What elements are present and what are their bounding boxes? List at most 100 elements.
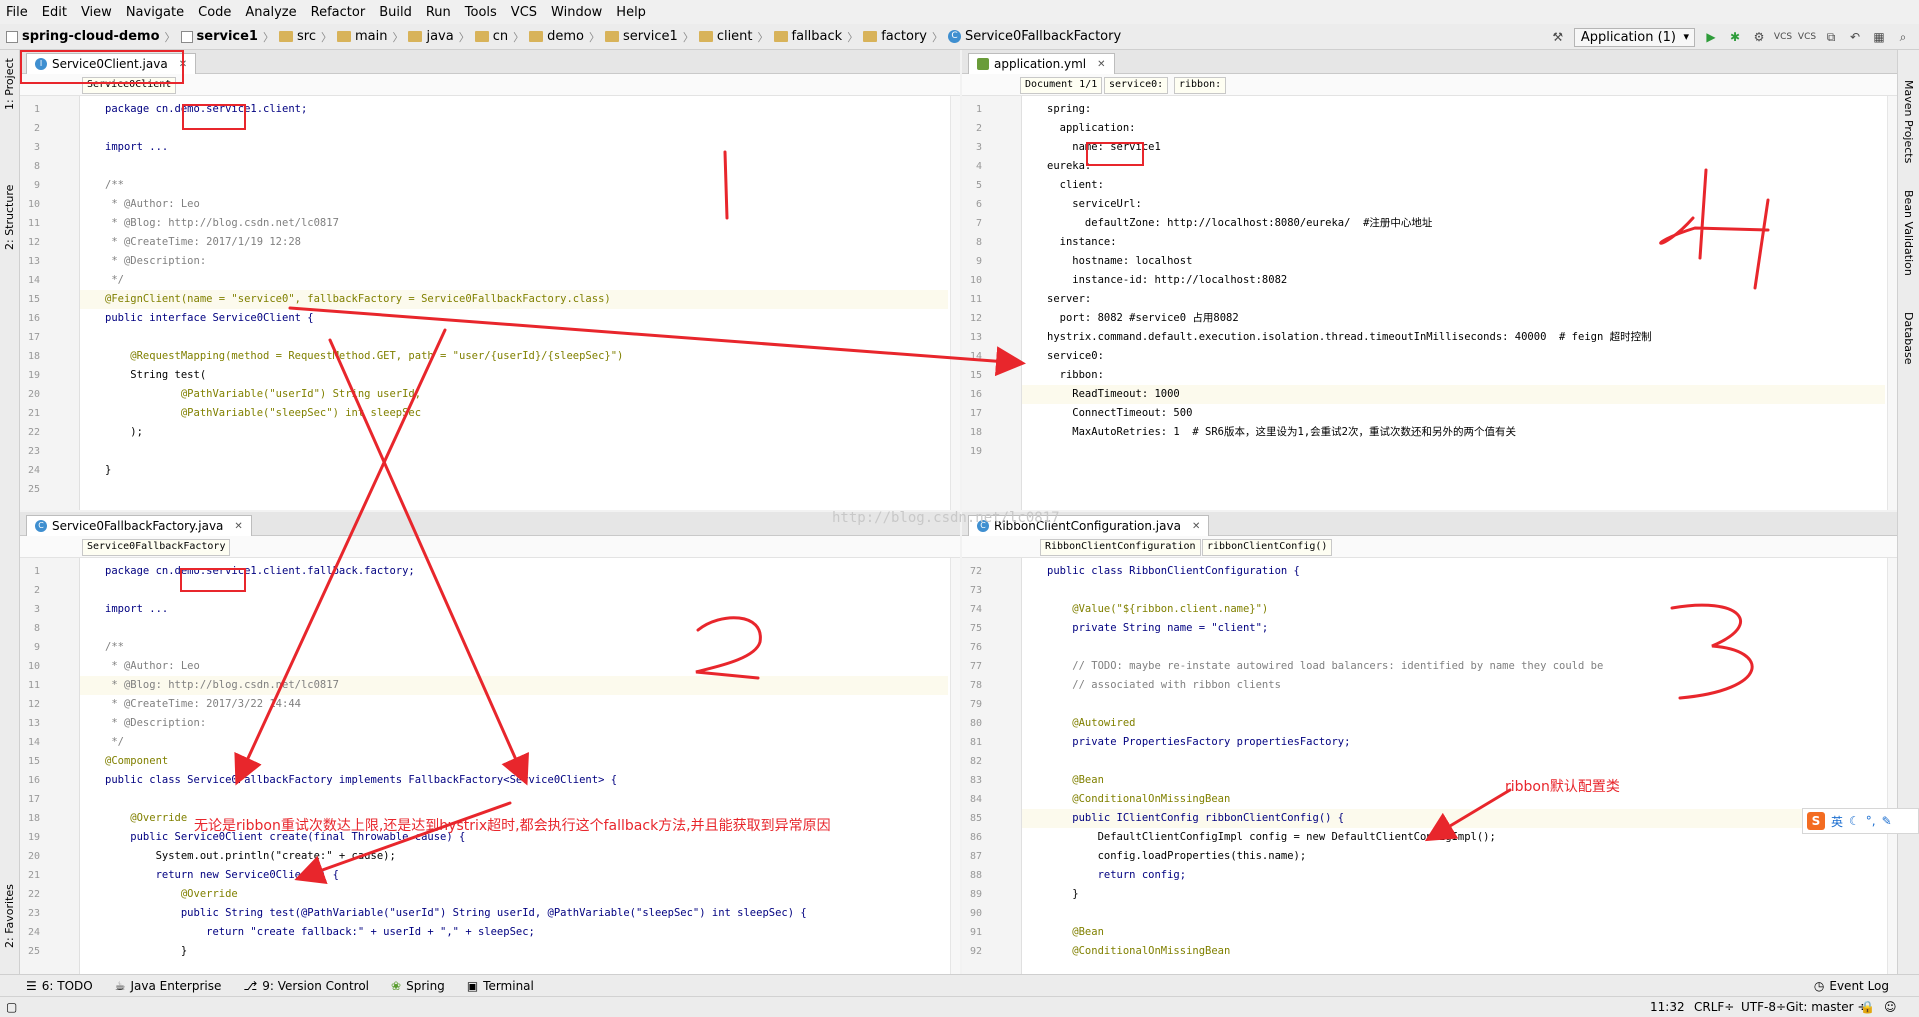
database-tab[interactable]: Database — [1902, 312, 1915, 365]
structure-icon[interactable]: ▦ — [1871, 29, 1887, 45]
breadcrumb-item[interactable]: client 〉 — [698, 29, 774, 45]
menu-navigate[interactable]: Navigate — [126, 5, 184, 20]
menu-refactor[interactable]: Refactor — [311, 5, 366, 20]
scrollbar[interactable] — [950, 558, 960, 974]
code-line[interactable]: 22 ); — [28, 423, 948, 442]
code-line[interactable]: 15 @FeignClient(name = "service0", fallba… — [28, 290, 948, 309]
code-line[interactable]: 21 return new Service0Client() { — [28, 866, 948, 885]
method-crumb[interactable]: ribbonClientConfig() — [1202, 539, 1333, 556]
code-line[interactable]: 78 // associated with ribbon clients — [970, 676, 1885, 695]
ime-language[interactable]: 英 — [1831, 813, 1843, 830]
breadcrumb-item[interactable]: service1 〉 — [180, 29, 279, 45]
code-line[interactable]: 3 name: service1 — [976, 138, 1885, 157]
code-line[interactable]: 9 /** — [34, 638, 948, 657]
run-config-select[interactable]: Application (1) — [1573, 27, 1695, 47]
code-line[interactable]: 92 @ConditionalOnMissingBean — [970, 942, 1885, 961]
code-line[interactable]: 2 application: — [976, 119, 1885, 138]
code-line[interactable]: 16 public class Service0FallbackFactory i… — [28, 771, 948, 790]
close-icon[interactable]: ✕ — [1192, 521, 1200, 532]
code-line[interactable]: 22 @Override — [28, 885, 948, 904]
code-line[interactable]: 2 — [34, 119, 948, 138]
close-icon[interactable]: ✕ — [1097, 59, 1105, 70]
code-line[interactable]: 14 service0: — [970, 347, 1885, 366]
tab-service0client[interactable]: I Service0Client.java ✕ — [26, 53, 197, 74]
coverage-icon[interactable]: ⚙ — [1751, 29, 1767, 45]
code-line[interactable]: 18 @Override — [28, 809, 948, 828]
code-line[interactable]: 77 // TODO: maybe re-instate autowired l… — [970, 657, 1885, 676]
code-line[interactable]: 19 String test( — [28, 366, 948, 385]
code-line[interactable]: 74 @Value("${ribbon.client.name}") — [970, 600, 1885, 619]
code-line[interactable]: 19 — [970, 442, 1885, 461]
breadcrumb-item[interactable]: factory 〉 — [863, 29, 948, 45]
scrollbar[interactable] — [1887, 558, 1897, 974]
structure-tool-tab[interactable]: 2: Structure — [3, 185, 16, 250]
tool-windows-icon[interactable]: ▢ — [6, 1000, 17, 1014]
code-line[interactable]: 2 — [34, 581, 948, 600]
code-line[interactable]: 17 ConnectTimeout: 500 — [970, 404, 1885, 423]
code-area[interactable]: 72 public class RibbonClientConfiguration… — [970, 562, 1885, 961]
tab-application-yml[interactable]: application.yml ✕ — [968, 53, 1115, 74]
breadcrumb-item[interactable]: main 〉 — [336, 29, 408, 45]
menu-tools[interactable]: Tools — [465, 5, 497, 20]
code-line[interactable]: 84 @ConditionalOnMissingBean — [970, 790, 1885, 809]
structure-crumb[interactable]: Service0Client — [82, 77, 177, 94]
code-line[interactable]: 4 eureka: — [976, 157, 1885, 176]
hector-icon[interactable]: ☺ — [1884, 1000, 1897, 1014]
code-line[interactable]: 85 public IClientConfig ribbonClientConf… — [970, 809, 1885, 828]
code-line[interactable]: 13 * @Description: — [28, 252, 948, 271]
menu-build[interactable]: Build — [379, 5, 412, 20]
breadcrumb-item[interactable]: C Service0FallbackFactory — [947, 29, 1121, 44]
tab-fallback-factory[interactable]: C Service0FallbackFactory.java ✕ — [26, 515, 252, 536]
caret-position[interactable]: 11:32 — [1650, 1000, 1685, 1014]
yaml-doc-crumb[interactable]: Document 1/1 — [1020, 77, 1103, 94]
code-line[interactable]: 90 — [970, 904, 1885, 923]
code-line[interactable]: 20 @PathVariable("userId") String userId… — [28, 385, 948, 404]
code-line[interactable]: 23 — [28, 442, 948, 461]
menu-analyze[interactable]: Analyze — [245, 5, 296, 20]
bean-validation-tab[interactable]: Bean Validation — [1902, 190, 1915, 276]
code-line[interactable]: 12 * @CreateTime: 2017/3/22 14:44 — [28, 695, 948, 714]
breadcrumb-item[interactable]: fallback 〉 — [773, 29, 864, 45]
ime-toolbar[interactable]: S 英 ☾ °, ✎ — [1802, 808, 1919, 834]
code-line[interactable]: 16 public interface Service0Client { — [28, 309, 948, 328]
code-line[interactable]: 15 @Component — [28, 752, 948, 771]
code-line[interactable]: 16 ReadTimeout: 1000 — [970, 385, 1885, 404]
code-area[interactable]: 1 package cn.demo.service1.client.fallbac… — [28, 562, 948, 961]
code-line[interactable]: 25 — [28, 480, 948, 499]
code-line[interactable]: 15 ribbon: — [970, 366, 1885, 385]
code-line[interactable]: 76 — [970, 638, 1885, 657]
code-line[interactable]: 11 * @Blog: http://blog.csdn.net/lc0817 — [28, 676, 948, 695]
code-line[interactable]: 24 return "create fallback:" + userId + … — [28, 923, 948, 942]
code-line[interactable]: 86 DefaultClientConfigImpl config = new … — [970, 828, 1885, 847]
line-separator[interactable]: CRLF÷ — [1694, 1000, 1734, 1014]
code-line[interactable]: 87 config.loadProperties(this.name); — [970, 847, 1885, 866]
todo-tool-tab[interactable]: ☰ 6: TODO — [26, 979, 93, 993]
code-line[interactable]: 6 serviceUrl: — [976, 195, 1885, 214]
code-line[interactable]: 5 client: — [976, 176, 1885, 195]
revert-icon[interactable]: ↶ — [1847, 29, 1863, 45]
vcs-commit-icon[interactable]: VCS — [1798, 29, 1816, 45]
version-control-tool-tab[interactable]: ⎇ 9: Version Control — [243, 979, 369, 993]
favorites-tool-tab[interactable]: 2: Favorites — [3, 884, 16, 948]
debug-icon[interactable]: ✱ — [1727, 29, 1743, 45]
project-tool-tab[interactable]: 1: Project — [3, 58, 16, 110]
scrollbar[interactable] — [1887, 96, 1897, 510]
close-icon[interactable]: ✕ — [234, 521, 242, 532]
yaml-key-crumb[interactable]: service0: — [1104, 77, 1169, 94]
code-line[interactable]: 91 @Bean — [970, 923, 1885, 942]
code-line[interactable]: 19 public Service0Client create(final Th… — [28, 828, 948, 847]
breadcrumb-item[interactable]: service1 〉 — [604, 29, 699, 45]
history-icon[interactable]: ⧉ — [1823, 29, 1839, 45]
git-branch[interactable]: Git: master ÷ — [1786, 1000, 1867, 1014]
code-line[interactable]: 3 import ... — [34, 600, 948, 619]
code-line[interactable]: 18 MaxAutoRetries: 1 # SR6版本，这里设为1,会重试2次… — [970, 423, 1885, 442]
code-line[interactable]: 17 — [28, 790, 948, 809]
code-line[interactable]: 8 — [34, 619, 948, 638]
menu-view[interactable]: View — [81, 5, 112, 20]
run-icon[interactable]: ▶ — [1703, 29, 1719, 45]
code-line[interactable]: 21 @PathVariable("sleepSec") int sleepSe… — [28, 404, 948, 423]
menu-edit[interactable]: Edit — [42, 5, 67, 20]
code-line[interactable]: 25 } — [28, 942, 948, 961]
code-line[interactable]: 83 @Bean — [970, 771, 1885, 790]
menu-code[interactable]: Code — [198, 5, 231, 20]
